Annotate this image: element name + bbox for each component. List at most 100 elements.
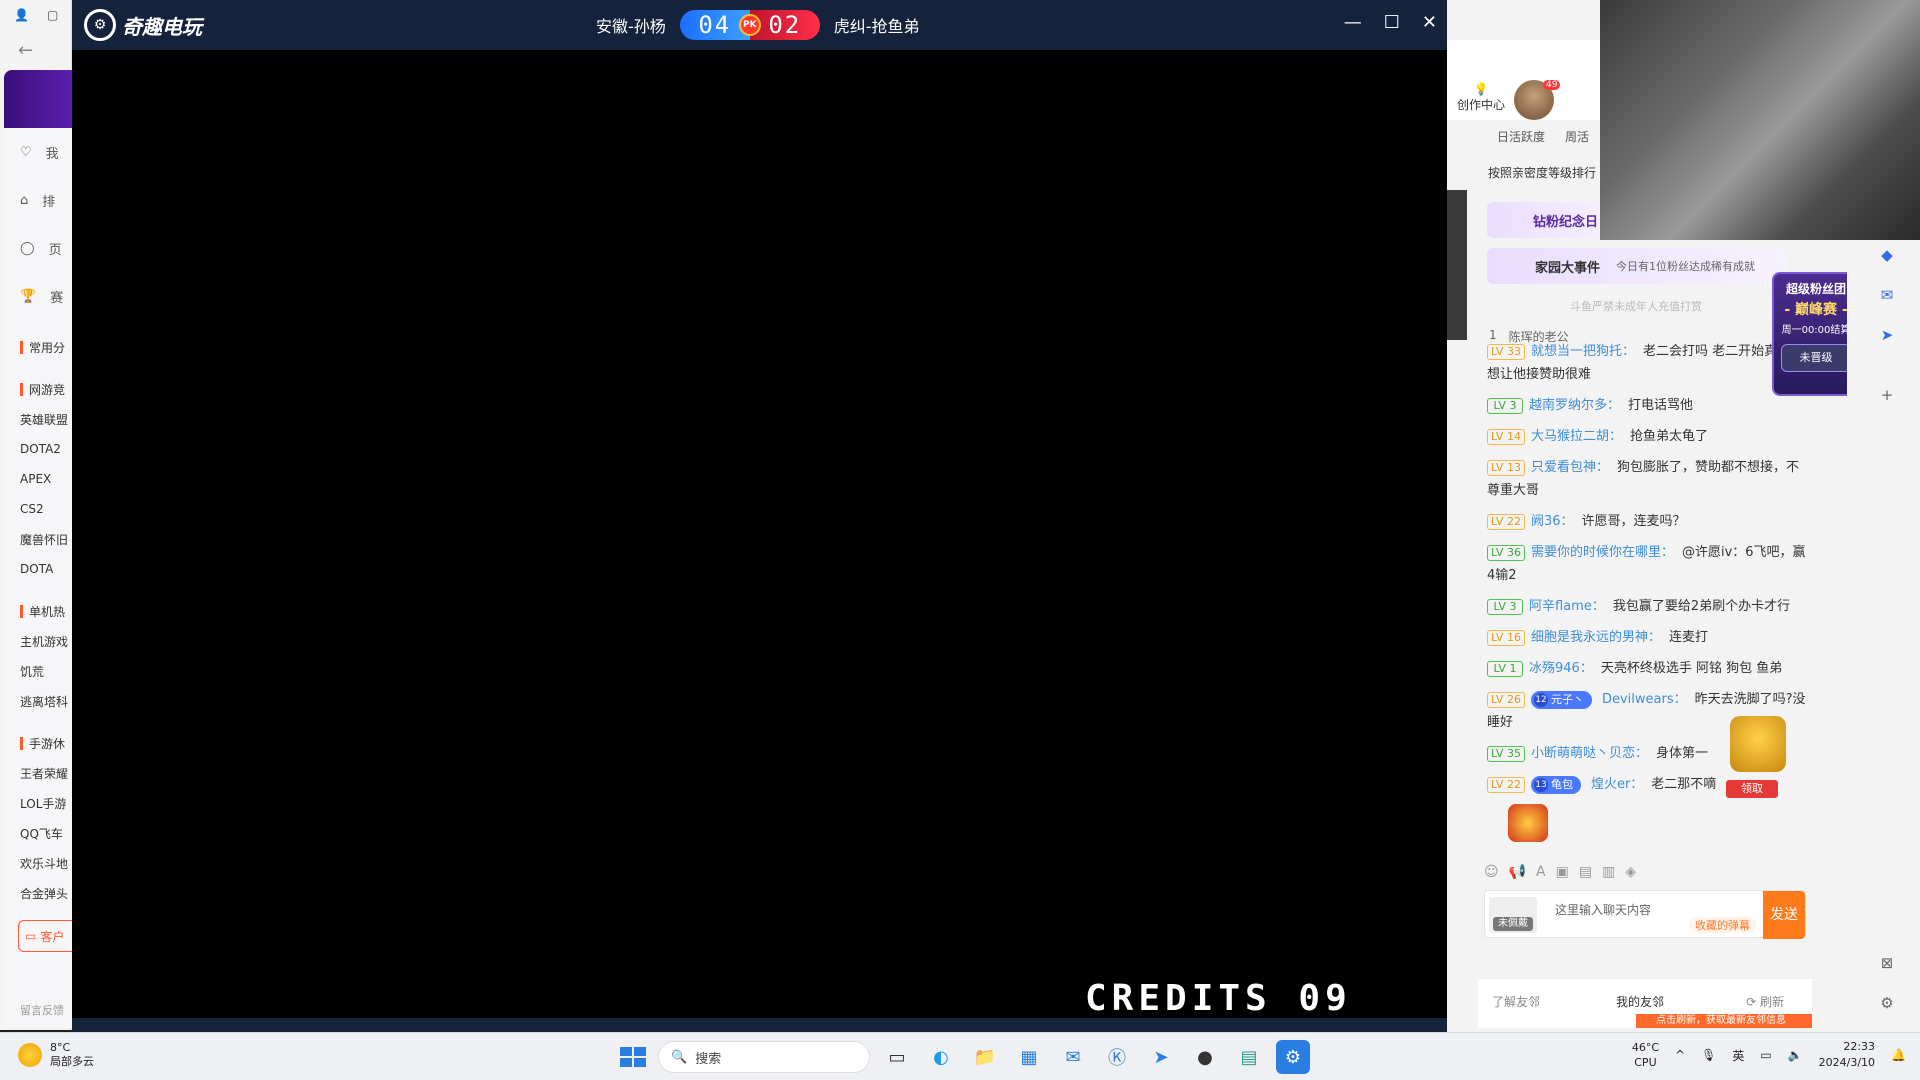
- file-explorer-icon[interactable]: 📁: [968, 1040, 1002, 1074]
- chat-message[interactable]: LV 33 就想当一把狗托： 老二会打吗 老二开始真将了想让他接赞助很难: [1487, 340, 1807, 386]
- chat-nickname[interactable]: 冰殇946：: [1529, 661, 1593, 676]
- my-neighbors-tab[interactable]: 我的友邻: [1616, 993, 1664, 1010]
- start-button[interactable]: [612, 1039, 648, 1075]
- sidebar-category[interactable]: 手游休: [4, 728, 72, 758]
- taskbar-search[interactable]: 🔍 搜索: [658, 1041, 870, 1073]
- chat-nickname[interactable]: 煌火er：: [1591, 777, 1643, 792]
- chat-nickname[interactable]: 就想当一把狗托：: [1531, 344, 1635, 359]
- chat-message[interactable]: LV 3 越南罗纳尔多： 打电话骂他: [1487, 394, 1807, 417]
- clock[interactable]: 22:33 2024/3/10: [1819, 1039, 1875, 1071]
- treasure-chest-icon[interactable]: [1730, 716, 1786, 772]
- chat-message[interactable]: LV 1 冰殇946： 天亮杯终极选手 阿铭 狗包 鱼弟: [1487, 657, 1807, 680]
- fan-badge[interactable]: 未佩戴: [1489, 897, 1537, 933]
- sidebar-item-1[interactable]: ⌂ 排: [4, 176, 72, 224]
- sidebar-link[interactable]: 逃离塔科: [4, 686, 72, 716]
- chat-message[interactable]: LV 22 阙36： 许愿哥，连麦吗？: [1487, 510, 1807, 533]
- task-view-icon[interactable]: ▭: [880, 1040, 914, 1074]
- k-app-icon[interactable]: Ⓚ: [1100, 1040, 1134, 1074]
- sidebar-category[interactable]: 单机热: [4, 596, 72, 626]
- mail-icon[interactable]: ✉: [1056, 1040, 1090, 1074]
- sidebar-link[interactable]: 欢乐斗地: [4, 848, 72, 878]
- close-icon[interactable]: ✕: [1422, 12, 1437, 33]
- chat-nickname[interactable]: 越南罗纳尔多：: [1529, 398, 1620, 413]
- feishu-icon[interactable]: ➤: [1144, 1040, 1178, 1074]
- maximize-icon[interactable]: ☐: [1384, 12, 1400, 33]
- bell-icon[interactable]: 🔔: [1891, 1048, 1906, 1062]
- chat-input[interactable]: 这里输入聊天内容: [1555, 901, 1651, 918]
- collected-danmaku-button[interactable]: 收藏的弹幕: [1689, 917, 1756, 933]
- sidebar-link[interactable]: LOL手游: [4, 788, 72, 818]
- chat-nickname[interactable]: 阙36：: [1531, 514, 1574, 529]
- chat-nickname[interactable]: 大马猴拉二胡：: [1531, 429, 1622, 444]
- send-button[interactable]: 发送: [1763, 891, 1805, 939]
- sidebar-link[interactable]: 魔兽怀旧: [4, 524, 72, 554]
- network-icon[interactable]: ▭: [1760, 1048, 1771, 1062]
- minimize-icon[interactable]: —: [1344, 12, 1362, 33]
- fan-icon[interactable]: ▣: [1556, 864, 1569, 884]
- create-center-button[interactable]: 💡 创作中心: [1457, 82, 1505, 113]
- settings-small-icon[interactable]: ◈: [1625, 864, 1636, 884]
- sidebar-category[interactable]: 网游竞: [4, 374, 72, 404]
- ime-indicator[interactable]: 英: [1732, 1047, 1744, 1064]
- font-icon[interactable]: A: [1536, 864, 1546, 884]
- refresh-button[interactable]: ⟳ 刷新: [1746, 993, 1784, 1010]
- gear-icon[interactable]: ⚙: [1877, 994, 1897, 1014]
- chat-nickname[interactable]: 小断萌萌哒丶贝恋：: [1531, 746, 1648, 761]
- volume-icon[interactable]: 🔈: [1788, 1048, 1803, 1062]
- chat-nickname[interactable]: Devilwears：: [1602, 692, 1687, 707]
- sidebar-link[interactable]: CS2: [4, 494, 72, 524]
- sidebar-link[interactable]: 饥荒: [4, 656, 72, 686]
- microphone-icon[interactable]: 🎙: [1701, 1048, 1716, 1062]
- chat-nickname[interactable]: 阿辛flame：: [1529, 599, 1605, 614]
- game-app-icon[interactable]: ⚙: [1276, 1040, 1310, 1074]
- tab-actions-icon[interactable]: ▢: [47, 8, 58, 22]
- weather-widget[interactable]: 8°C 局部多云: [18, 1041, 94, 1069]
- chat-nickname[interactable]: 细胞是我永远的男神：: [1531, 630, 1661, 645]
- rank-tab[interactable]: 周活: [1565, 128, 1589, 150]
- chat-nickname[interactable]: 只爱看包神：: [1531, 460, 1609, 475]
- back-arrow-icon[interactable]: ←: [18, 40, 33, 61]
- sidebar-link[interactable]: DOTA: [4, 554, 72, 584]
- emoji-icon[interactable]: ☺: [1484, 864, 1499, 884]
- sidebar-link[interactable]: QQ飞车: [4, 818, 72, 848]
- sidebar-item-3[interactable]: 🏆 赛: [4, 272, 72, 320]
- event-banner[interactable]: 家园大事件 今日有1位粉丝达成稀有成就: [1487, 248, 1787, 284]
- notepad-icon[interactable]: ▤: [1232, 1040, 1266, 1074]
- chat-nickname[interactable]: 需要你的时候你在哪里：: [1531, 545, 1674, 560]
- copilot-icon[interactable]: ◆: [1877, 246, 1897, 266]
- feedback-link[interactable]: 留言反馈: [20, 1002, 64, 1018]
- chat-message[interactable]: LV 16 细胞是我永远的男神： 连麦打: [1487, 626, 1807, 649]
- game-window[interactable]: ⚙ 奇趣电玩 安徽-孙杨 04 PK 02 虎纠-抢鱼弟 — ☐ ✕ CREDI…: [72, 0, 1447, 1032]
- sidebar-link[interactable]: 英雄联盟: [4, 404, 72, 434]
- chat-message[interactable]: LV 36 需要你的时候你在哪里： @许愿iv：6飞吧，赢4输2: [1487, 541, 1807, 587]
- gift-icon[interactable]: ▥: [1602, 864, 1615, 884]
- chat-message[interactable]: LV 13 只爱看包神： 狗包膨胀了，赞助都不想接，不尊重大哥: [1487, 456, 1807, 502]
- outlook-icon[interactable]: ✉: [1877, 286, 1897, 306]
- sidebar-link[interactable]: 王者荣耀: [4, 758, 72, 788]
- list-icon[interactable]: ▤: [1579, 864, 1592, 884]
- learn-neighbors-link[interactable]: 了解友邻: [1492, 993, 1540, 1010]
- rank-tab[interactable]: 日活跃度: [1497, 128, 1545, 150]
- client-download-button[interactable]: ▭ 客户: [18, 920, 72, 952]
- sidebar-item-2[interactable]: ◯ 页: [4, 224, 72, 272]
- sidebar-link[interactable]: APEX: [4, 464, 72, 494]
- edge-icon[interactable]: ◐: [924, 1040, 958, 1074]
- obs-icon[interactable]: ●: [1188, 1040, 1222, 1074]
- sidebar-link[interactable]: DOTA2: [4, 434, 72, 464]
- chevron-up-icon[interactable]: ^: [1675, 1048, 1685, 1062]
- send-icon[interactable]: ➤: [1877, 326, 1897, 346]
- chat-input-box[interactable]: 未佩戴 这里输入聊天内容 收藏的弹幕 发送: [1484, 890, 1806, 939]
- profile-icon[interactable]: 👤: [14, 8, 29, 22]
- add-icon[interactable]: +: [1877, 386, 1897, 406]
- chat-message[interactable]: LV 14 大马猴拉二胡： 抢鱼弟太龟了: [1487, 425, 1807, 448]
- sidebar-link[interactable]: 合金弹头: [4, 878, 72, 908]
- claim-button[interactable]: 领取: [1726, 780, 1778, 798]
- sidebar-category[interactable]: 常用分: [4, 332, 72, 362]
- split-icon[interactable]: ⊠: [1877, 954, 1897, 974]
- store-icon[interactable]: ▦: [1012, 1040, 1046, 1074]
- sidebar-link[interactable]: 主机游戏: [4, 626, 72, 656]
- diamond-banner[interactable]: 钻粉纪念日: [1487, 202, 1602, 238]
- sidebar-item-0[interactable]: ♡ 我: [4, 128, 72, 176]
- megaphone-icon[interactable]: 📢: [1509, 864, 1526, 884]
- cpu-temp-widget[interactable]: 46°C CPU: [1632, 1040, 1659, 1070]
